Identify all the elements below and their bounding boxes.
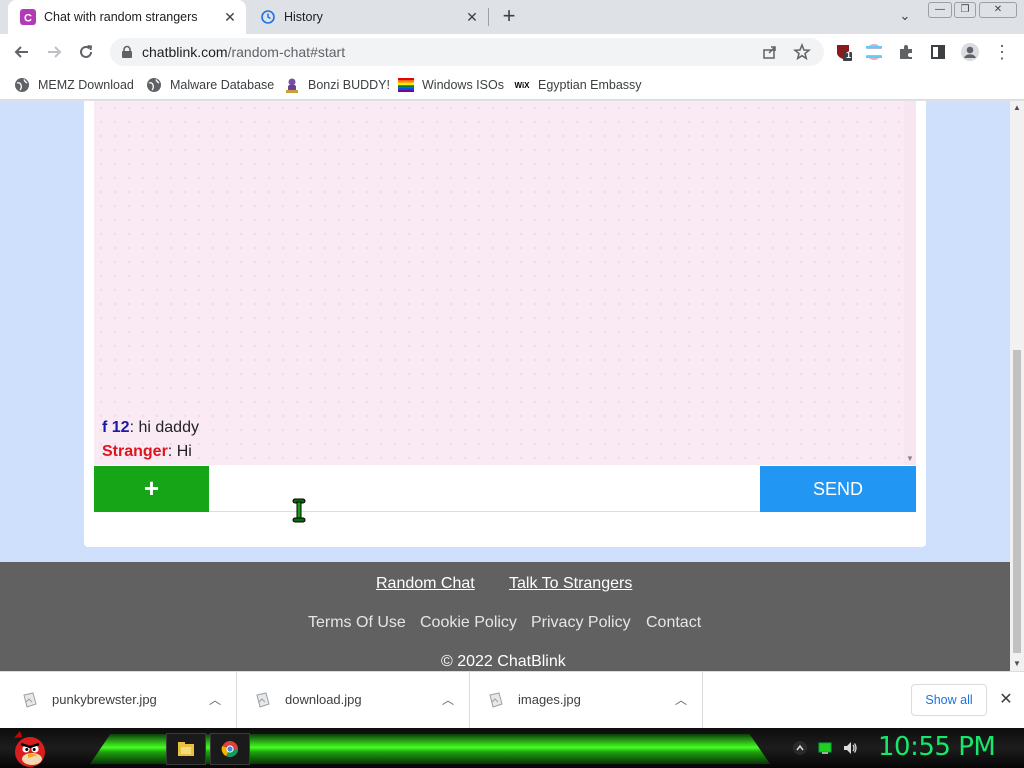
- image-file-icon: [255, 692, 271, 708]
- chat-message: f 12: hi daddy: [102, 419, 199, 437]
- globe-icon: [146, 77, 162, 93]
- back-button[interactable]: [10, 40, 34, 64]
- taskbar: 10:55 PM: [0, 728, 1024, 768]
- extension-badge: 1: [846, 50, 852, 60]
- extensions-puzzle-icon[interactable]: [894, 40, 918, 64]
- tray-chevron-icon[interactable]: [792, 740, 808, 756]
- image-file-icon: [488, 692, 504, 708]
- show-all-downloads-button[interactable]: Show all: [911, 684, 987, 716]
- bookmark-memz[interactable]: MEMZ Download: [14, 75, 134, 95]
- restore-button[interactable]: ❐: [954, 2, 976, 18]
- close-window-button[interactable]: ✕: [979, 2, 1017, 18]
- message-sender: Stranger: [102, 443, 168, 460]
- close-tab-icon[interactable]: ✕: [222, 9, 238, 25]
- text-cursor-icon: [289, 498, 309, 524]
- image-file-icon: [22, 692, 38, 708]
- footer-link-random-chat[interactable]: Random Chat: [376, 575, 475, 593]
- side-panel-icon[interactable]: [926, 40, 950, 64]
- download-item[interactable]: punkybrewster.jpg ︿: [4, 672, 237, 729]
- volume-icon[interactable]: [842, 740, 858, 756]
- bookmark-star-icon[interactable]: [793, 42, 811, 66]
- close-download-shelf-icon[interactable]: ✕: [996, 690, 1016, 710]
- send-button[interactable]: SEND: [760, 466, 916, 512]
- message-sender: f 12: [102, 419, 130, 436]
- copyright-text: © 2022 ChatBlink: [441, 653, 566, 670]
- scroll-down-arrow-icon[interactable]: ▼: [906, 454, 914, 463]
- chat-log-scrollbar[interactable]: ▼: [904, 101, 916, 465]
- bookmark-label: MEMZ Download: [38, 78, 134, 92]
- start-button-angry-bird-icon[interactable]: [8, 728, 48, 768]
- url-host: chatblink.com: [142, 44, 228, 60]
- bookmark-malware-database[interactable]: Malware Database: [146, 75, 274, 95]
- tab-history[interactable]: History ✕: [248, 0, 488, 34]
- scrollbar-thumb[interactable]: [1013, 350, 1021, 653]
- chevron-up-icon[interactable]: ︿: [442, 691, 454, 708]
- download-item[interactable]: images.jpg ︿: [470, 672, 703, 729]
- taskbar-clock[interactable]: 10:55 PM: [878, 732, 996, 762]
- new-tab-button[interactable]: +: [498, 5, 520, 28]
- chat-message: Stranger: Hi: [102, 443, 192, 461]
- site-footer: Random Chat Talk To Strangers Terms Of U…: [0, 562, 1010, 671]
- message-text: : hi daddy: [129, 419, 199, 436]
- footer-link-talk-to-strangers[interactable]: Talk To Strangers: [509, 575, 632, 593]
- chat-card: f 12: hi daddy Stranger: Hi ▼ + SEND: [84, 101, 926, 547]
- message-text: : Hi: [167, 443, 192, 460]
- chevron-down-icon[interactable]: ⌄: [896, 8, 914, 26]
- bookmarks-bar: MEMZ Download Malware Database Bonzi BUD…: [0, 70, 1024, 100]
- history-icon: [260, 9, 276, 25]
- bookmark-label: Windows ISOs: [422, 78, 504, 92]
- bookmark-label: Egyptian Embassy: [538, 78, 642, 92]
- address-bar[interactable]: chatblink.com/random-chat#start: [110, 38, 824, 66]
- wix-icon: WiX: [514, 80, 530, 90]
- chevron-up-icon[interactable]: ︿: [209, 691, 221, 708]
- chat-log[interactable]: f 12: hi daddy Stranger: Hi ▼: [94, 101, 916, 465]
- scroll-up-arrow-icon[interactable]: ▲: [1012, 103, 1022, 113]
- url-text: chatblink.com/random-chat#start: [142, 44, 345, 60]
- add-attachment-button[interactable]: +: [94, 466, 209, 512]
- browser-toolbar: chatblink.com/random-chat#start 1 ⋮: [0, 34, 1024, 70]
- footer-link-privacy-policy[interactable]: Privacy Policy: [531, 614, 631, 632]
- forward-button[interactable]: [42, 40, 66, 64]
- download-filename: download.jpg: [285, 692, 362, 707]
- extension-shield-icon[interactable]: 1: [832, 40, 856, 64]
- lock-icon[interactable]: [120, 45, 134, 59]
- scroll-down-arrow-icon[interactable]: ▼: [1012, 659, 1022, 669]
- download-shelf: punkybrewster.jpg ︿ download.jpg ︿ image…: [0, 671, 1024, 729]
- url-path: /random-chat#start: [227, 44, 346, 60]
- chevron-up-icon[interactable]: ︿: [675, 691, 687, 708]
- bookmark-bonzi-buddy[interactable]: Bonzi BUDDY!: [284, 75, 390, 95]
- tab-strip: C Chat with random strangers ✕ History ✕…: [0, 0, 1024, 34]
- page-viewport: f 12: hi daddy Stranger: Hi ▼ + SEND Ran…: [0, 101, 1024, 671]
- share-icon[interactable]: [762, 44, 778, 65]
- footer-link-contact[interactable]: Contact: [646, 614, 701, 632]
- tab-divider: [488, 8, 489, 26]
- pride-extension-icon[interactable]: [862, 40, 886, 64]
- file-explorer-icon[interactable]: [166, 733, 206, 765]
- globe-icon: [14, 77, 30, 93]
- profile-avatar-icon[interactable]: [958, 40, 982, 64]
- close-tab-icon[interactable]: ✕: [464, 9, 480, 25]
- footer-link-terms[interactable]: Terms Of Use: [308, 614, 406, 632]
- tab-chat[interactable]: C Chat with random strangers ✕: [8, 0, 246, 34]
- page-scrollbar[interactable]: ▲ ▼: [1010, 101, 1024, 671]
- bookmark-windows-isos[interactable]: Windows ISOs: [398, 75, 504, 95]
- chatblink-c-icon: C: [20, 9, 36, 25]
- download-item[interactable]: download.jpg ︿: [237, 672, 470, 729]
- bookmark-label: Malware Database: [170, 78, 275, 92]
- reload-button[interactable]: [74, 40, 98, 64]
- bookmark-label: Bonzi BUDDY!: [308, 78, 390, 92]
- download-filename: punkybrewster.jpg: [52, 692, 157, 707]
- rainbow-flag-icon: [398, 77, 414, 93]
- bonzi-icon: [284, 77, 300, 93]
- network-icon[interactable]: [817, 740, 833, 756]
- more-menu-icon[interactable]: ⋮: [990, 40, 1014, 64]
- minimize-button[interactable]: —: [928, 2, 952, 18]
- svg-text:C: C: [24, 13, 32, 25]
- download-filename: images.jpg: [518, 692, 581, 707]
- footer-link-cookie-policy[interactable]: Cookie Policy: [420, 614, 517, 632]
- bookmark-egyptian-embassy[interactable]: WiX Egyptian Embassy: [514, 75, 642, 95]
- tab-title: History: [284, 10, 323, 24]
- tab-title: Chat with random strangers: [44, 10, 198, 24]
- chrome-icon[interactable]: [210, 733, 250, 765]
